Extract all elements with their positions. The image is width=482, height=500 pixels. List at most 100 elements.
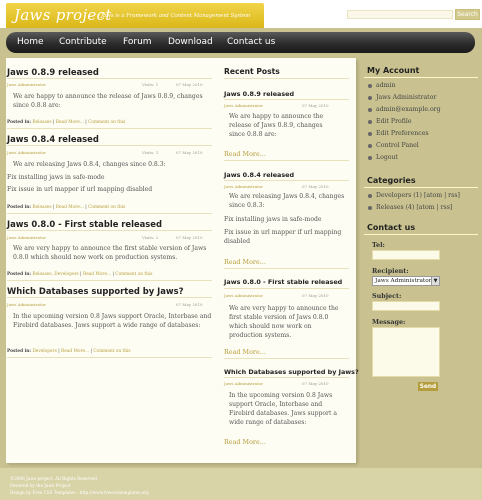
site-title[interactable]: Jaws project xyxy=(14,6,112,24)
categories-heading: Categories xyxy=(367,176,416,185)
bullet-icon xyxy=(368,205,372,210)
my-account-heading: My Account xyxy=(367,66,420,75)
account-item[interactable]: admin xyxy=(368,82,395,89)
recent-post-text: We are releasing Jaws 0.8.4, changes sin… xyxy=(229,192,351,210)
text-line: since 0.8.3: xyxy=(229,202,265,209)
divider xyxy=(224,377,349,378)
chevron-down-icon[interactable]: ▼ xyxy=(431,277,439,285)
post-date: 07 May 2010 xyxy=(176,302,203,307)
category-item[interactable]: Developers (1) [atom | rss] xyxy=(368,192,460,199)
post-footer: Posted in: Releases, Developers | Read M… xyxy=(7,272,153,277)
divider xyxy=(7,145,212,146)
search-button[interactable]: Search xyxy=(455,9,480,20)
account-item[interactable]: Jaws Administrator xyxy=(368,94,436,101)
post-views: Visits: 2 xyxy=(142,235,159,240)
post-category-link[interactable]: Developers xyxy=(32,349,56,354)
text-line: Fix issue in url mapper if url mapping xyxy=(224,229,342,236)
post-author[interactable]: Jaws Administrator xyxy=(7,302,46,307)
nav-home[interactable]: Home xyxy=(17,37,44,47)
logo-banner[interactable]: Jaws project Jaws is a Framework and Con… xyxy=(6,3,264,30)
account-item-label: admin@example.org xyxy=(376,106,441,113)
divider xyxy=(224,358,349,359)
post-title[interactable]: Jaws 0.8.0 - First stable released xyxy=(7,219,162,229)
post-category-link[interactable]: Releases, Developers xyxy=(32,272,78,277)
posted-in-label: Posted in: xyxy=(7,205,31,210)
text-line: which should now work on xyxy=(229,323,312,330)
recipient-select[interactable]: Jaws Administrator ▼ xyxy=(372,276,440,286)
bullet-icon xyxy=(368,193,372,198)
divider xyxy=(224,180,349,181)
post-title[interactable]: Jaws 0.8.4 released xyxy=(7,134,99,144)
subject-field[interactable] xyxy=(372,301,440,311)
text-line: disabled xyxy=(224,238,250,245)
message-label: Message: xyxy=(372,318,406,326)
category-item[interactable]: Releases (4) [atom | rss] xyxy=(368,204,452,211)
read-more-link[interactable]: Read More... xyxy=(56,205,84,210)
recent-post-title[interactable]: Jaws 0.8.0 - First stable released xyxy=(224,278,342,286)
footer-powered-by[interactable]: Powered by the Jaws Project xyxy=(10,483,71,488)
text-line: since 0.8.8 are: xyxy=(229,131,277,138)
comment-link[interactable]: Comment on this xyxy=(115,272,152,277)
post-title[interactable]: Which Databases supported by Jaws? xyxy=(7,286,184,296)
recent-post-author[interactable]: Jaws Administrator xyxy=(224,103,263,108)
account-item[interactable]: Edit Profile xyxy=(368,118,412,125)
divider xyxy=(364,77,478,78)
recent-post-author[interactable]: Jaws Administrator xyxy=(224,381,263,386)
post-title[interactable]: Jaws 0.8.9 released xyxy=(7,67,99,77)
posted-in-label: Posted in: xyxy=(7,272,31,277)
tel-label: Tel: xyxy=(372,241,385,249)
read-more-link[interactable]: Read More... xyxy=(224,438,266,446)
recent-post-text: Fix issue in url mapper if url mapping d… xyxy=(224,228,352,246)
divider xyxy=(364,234,478,235)
main-nav: Home Contribute Forum Download Contact u… xyxy=(6,32,475,53)
recent-post-title[interactable]: Which Databases supported by Jaws? xyxy=(224,368,359,376)
read-more-link[interactable]: Read More... xyxy=(61,349,89,354)
bullet-icon xyxy=(368,95,372,100)
comment-link[interactable]: Comment on this xyxy=(88,205,125,210)
nav-forum[interactable]: Forum xyxy=(123,37,152,47)
account-item-label: Edit Profile xyxy=(376,118,412,125)
account-item[interactable]: Logout xyxy=(368,154,398,161)
read-more-link[interactable]: Read More... xyxy=(83,272,111,277)
account-item[interactable]: Control Panel xyxy=(368,142,419,149)
footer-copyright: ©2006 Jaws project. All Rights Reserved xyxy=(10,476,97,481)
tel-field[interactable] xyxy=(372,250,440,260)
comment-link[interactable]: Comment on this xyxy=(88,120,125,125)
comment-link[interactable]: Comment on this xyxy=(93,349,130,354)
post-footer: Posted in: Releases | Read More... | Com… xyxy=(7,120,126,125)
post-footer: Posted in: Developers | Read More... | C… xyxy=(7,349,131,354)
read-more-link[interactable]: Read More... xyxy=(224,150,266,158)
nav-contact-us[interactable]: Contact us xyxy=(227,37,275,47)
divider xyxy=(7,230,212,231)
account-item[interactable]: admin@example.org xyxy=(368,106,441,113)
read-more-link[interactable]: Read More... xyxy=(224,258,266,266)
text-line: support Oracle, Interbase and xyxy=(229,401,323,408)
read-more-link[interactable]: Read More... xyxy=(224,348,266,356)
recent-posts-heading: Recent Posts xyxy=(224,67,280,76)
recent-post-date: 07 May 2010 xyxy=(302,293,329,298)
search-input[interactable] xyxy=(347,10,453,19)
main-content: Jaws 0.8.9 released Jaws Administrator V… xyxy=(6,58,359,463)
account-item[interactable]: Edit Preferences xyxy=(368,130,429,137)
post-author[interactable]: Jaws Administrator xyxy=(7,82,46,87)
divider xyxy=(224,78,349,79)
post-author[interactable]: Jaws Administrator xyxy=(7,235,46,240)
post-text: We are happy to announce the release of … xyxy=(13,93,203,109)
recent-post-author[interactable]: Jaws Administrator xyxy=(224,184,263,189)
message-field[interactable] xyxy=(372,327,440,377)
send-button[interactable]: Send xyxy=(418,382,438,391)
post-category-link[interactable]: Releases xyxy=(32,120,51,125)
nav-contribute[interactable]: Contribute xyxy=(59,37,107,47)
read-more-link[interactable]: Read More... xyxy=(56,120,84,125)
post-author[interactable]: Jaws Administrator xyxy=(7,150,46,155)
divider xyxy=(224,288,349,289)
account-item-label: Jaws Administrator xyxy=(376,94,437,101)
recent-post-title[interactable]: Jaws 0.8.9 released xyxy=(224,90,294,98)
post-category-link[interactable]: Releases xyxy=(32,205,51,210)
contact-heading: Contact us xyxy=(367,223,416,232)
footer-design-credit[interactable]: Design by Free CSS Templates - http://ww… xyxy=(10,490,149,495)
recent-post-author[interactable]: Jaws Administrator xyxy=(224,293,263,298)
nav-download[interactable]: Download xyxy=(168,37,213,47)
recent-post-title[interactable]: Jaws 0.8.4 released xyxy=(224,171,294,179)
text-line: We are releasing Jaws 0.8.4, changes xyxy=(229,193,345,200)
